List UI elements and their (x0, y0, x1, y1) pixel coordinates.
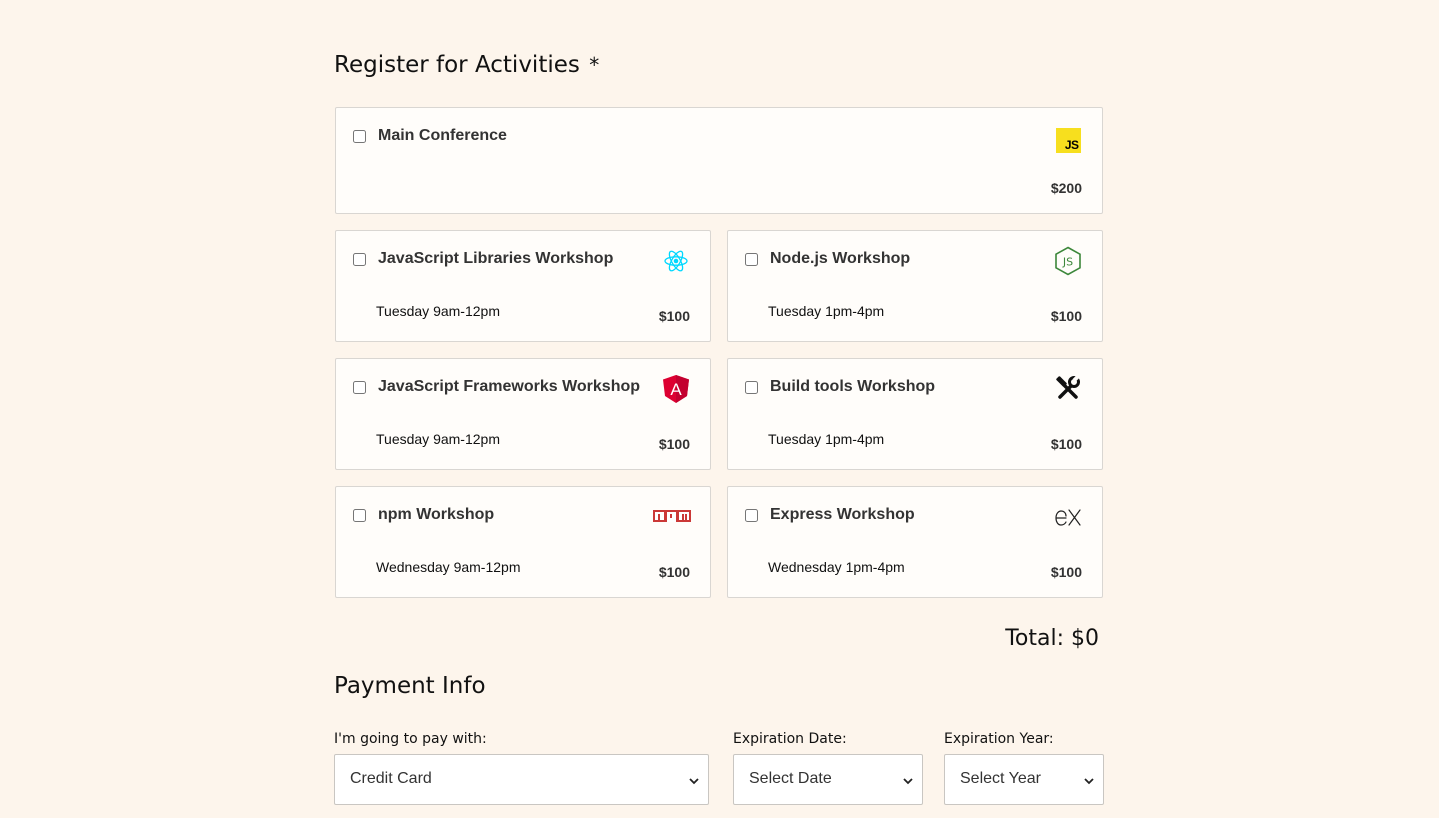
main-conference-checkbox[interactable] (353, 130, 366, 143)
payment-method-value: Credit Card (350, 770, 432, 787)
activity-price: $100 (1050, 436, 1082, 452)
expiration-date-value: Select Date (749, 770, 832, 787)
activity-card-build-tools[interactable]: Build tools Workshop Tuesday 1pm-4pm $10… (727, 358, 1103, 470)
hammer-wrench-icon (1054, 375, 1082, 403)
expiration-year-value: Select Year (960, 770, 1041, 787)
activity-price: $100 (658, 436, 690, 452)
activity-time: Wednesday 1pm-4pm (768, 559, 905, 575)
nodejs-logo-icon: JS (1054, 246, 1082, 276)
npm-logo-icon (652, 503, 692, 531)
payment-method-label: I'm going to pay with: (334, 731, 487, 747)
chevron-down-icon (903, 778, 913, 785)
activity-time: Tuesday 9am-12pm (376, 303, 500, 319)
activity-name: Main Conference (378, 127, 507, 144)
activity-time: Tuesday 1pm-4pm (768, 431, 885, 447)
express-logo-icon (1054, 503, 1082, 531)
payment-heading: Payment Info (334, 673, 486, 699)
javascript-logo-icon: JS (1054, 124, 1082, 153)
javascript-logo-text: JS (1064, 137, 1079, 152)
activity-card-express[interactable]: Express Workshop Wednesday 1pm-4pm $100 (727, 486, 1103, 598)
angular-logo-icon: A (662, 375, 690, 403)
activity-name: JavaScript Libraries Workshop (378, 250, 614, 267)
chevron-down-icon (689, 778, 699, 785)
activity-card-nodejs[interactable]: Node.js Workshop JS Tuesday 1pm-4pm $100 (727, 230, 1103, 342)
activities-title: Register for Activities (334, 52, 580, 78)
js-libraries-checkbox[interactable] (353, 253, 366, 266)
activity-time: Wednesday 9am-12pm (376, 559, 521, 575)
activity-card-js-frameworks[interactable]: JavaScript Frameworks Workshop A Tuesday… (335, 358, 711, 470)
activity-name: Express Workshop (770, 506, 915, 523)
expiration-date-label: Expiration Date: (733, 731, 847, 747)
expiration-year-label: Expiration Year: (944, 731, 1054, 747)
npm-checkbox[interactable] (353, 509, 366, 522)
react-logo-icon (662, 247, 690, 275)
activity-time: Tuesday 9am-12pm (376, 431, 500, 447)
activity-name: Build tools Workshop (770, 378, 936, 395)
activities-heading: Register for Activities * (334, 52, 599, 78)
js-frameworks-checkbox[interactable] (353, 381, 366, 394)
svg-text:JS: JS (1062, 256, 1073, 269)
payment-method-select[interactable]: Credit Card (334, 754, 709, 805)
activity-card-js-libraries[interactable]: JavaScript Libraries Workshop Tuesday 9a… (335, 230, 711, 342)
expiration-year-select[interactable]: Select Year (944, 754, 1104, 805)
chevron-down-icon (1084, 778, 1094, 785)
nodejs-checkbox[interactable] (745, 253, 758, 266)
activity-price: $200 (1050, 180, 1082, 196)
activity-time: Tuesday 1pm-4pm (768, 303, 885, 319)
activity-name: JavaScript Frameworks Workshop (378, 378, 641, 395)
activity-price: $100 (658, 308, 690, 324)
expiration-date-select[interactable]: Select Date (733, 754, 923, 805)
required-marker: * (589, 53, 600, 77)
activity-name: Node.js Workshop (770, 250, 911, 267)
activity-price: $100 (1050, 308, 1082, 324)
build-tools-checkbox[interactable] (745, 381, 758, 394)
activity-card-npm[interactable]: npm Workshop Wednesday 9am-12pm $100 (335, 486, 711, 598)
activity-price: $100 (658, 564, 690, 580)
activities-total: Total: $0 (1005, 626, 1099, 651)
activity-card-main-conference[interactable]: Main Conference JS $200 (335, 107, 1103, 214)
activity-price: $100 (1050, 564, 1082, 580)
svg-text:A: A (670, 380, 682, 399)
express-checkbox[interactable] (745, 509, 758, 522)
activity-name: npm Workshop (378, 506, 495, 523)
